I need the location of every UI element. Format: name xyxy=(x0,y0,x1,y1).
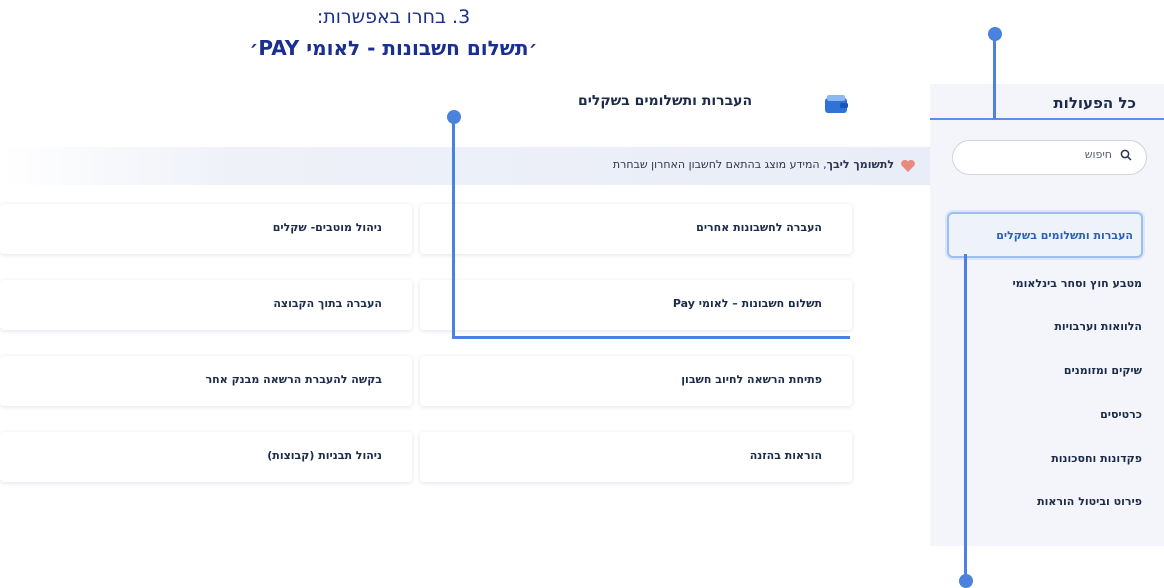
sidebar-item-checks-cash[interactable]: שיקים ומזומנים xyxy=(1064,364,1142,377)
card-label: תשלום חשבונות – לאומי Pay xyxy=(672,297,822,310)
card-label: העברה בתוך הקבוצה xyxy=(273,297,382,310)
wallet-icon xyxy=(824,94,850,114)
search-box[interactable] xyxy=(952,140,1147,175)
sidebar-item-label: העברות ותשלומים בשקלים xyxy=(996,228,1133,242)
sidebar-item-transfers-shekels[interactable]: העברות ותשלומים בשקלים xyxy=(947,212,1143,258)
heart-icon xyxy=(900,158,916,172)
instruction-step: 3. בחרו באפשרות: xyxy=(316,6,471,28)
card-label: ניהול תבניות (קבוצות) xyxy=(267,449,382,462)
sidebar-item-foreign-currency[interactable]: מטבע חוץ וסחר בינלאומי xyxy=(1012,277,1142,290)
page-title: העברות ותשלומים בשקלים xyxy=(578,93,753,109)
sidebar-title-underline xyxy=(930,118,1164,120)
notice-bar: לתשומך ליבך, המידע מוצג בהתאם לחשבון האח… xyxy=(0,147,930,185)
card-transfer-within-group[interactable]: העברה בתוך הקבוצה xyxy=(0,280,412,330)
sidebar-item-cards[interactable]: כרטיסים xyxy=(1100,408,1142,421)
annotation-line-sidebar-item xyxy=(964,254,967,582)
card-manage-templates[interactable]: ניהול תבניות (קבוצות) xyxy=(0,432,412,482)
annotation-line-main-horizontal xyxy=(452,336,850,339)
notice-bold: לתשומך ליבך xyxy=(826,158,894,171)
sidebar-item-standing-orders[interactable]: פירוט וביטול הוראות xyxy=(1037,495,1142,508)
notice-rest: , המידע מוצג בהתאם לחשבון האחרון שבחרת xyxy=(612,158,827,171)
search-input[interactable] xyxy=(972,148,1112,161)
card-manage-beneficiaries[interactable]: ניהול מוטבים- שקלים xyxy=(0,204,412,254)
sidebar-item-loans[interactable]: הלוואות וערבויות xyxy=(1054,320,1142,333)
card-label: הוראות בהזנה xyxy=(749,449,822,462)
card-label: פתיחת הרשאה לחיוב חשבון xyxy=(681,373,822,386)
card-label: ניהול מוטבים- שקלים xyxy=(272,221,382,234)
card-transfer-other-accounts[interactable]: העברה לחשבונות אחרים xyxy=(420,204,852,254)
annotation-line-main-vertical xyxy=(452,117,455,339)
annotation-line-sidebar-title xyxy=(993,34,996,119)
sidebar-title: כל הפעולות xyxy=(1053,94,1136,112)
card-label: בקשה להעברת הרשאה מבנק אחר xyxy=(205,373,382,386)
card-bill-payment-leumi-pay[interactable]: תשלום חשבונות – לאומי Pay xyxy=(420,280,852,330)
card-label: העברה לחשבונות אחרים xyxy=(696,221,822,234)
card-open-debit-authorization[interactable]: פתיחת הרשאה לחיוב חשבון xyxy=(420,356,852,406)
instruction-option: ׳תשלום חשבונות - לאומי PAY׳ xyxy=(249,36,538,60)
search-icon xyxy=(1120,149,1132,165)
sidebar-item-deposits[interactable]: פקדונות וחסכונות xyxy=(1051,452,1142,465)
annotation-dot-sidebar-item xyxy=(959,574,973,588)
notice-text: לתשומך ליבך, המידע מוצג בהתאם לחשבון האח… xyxy=(613,158,894,171)
card-transfer-authorization-other-bank[interactable]: בקשה להעברת הרשאה מבנק אחר xyxy=(0,356,412,406)
card-entry-instructions[interactable]: הוראות בהזנה xyxy=(420,432,852,482)
